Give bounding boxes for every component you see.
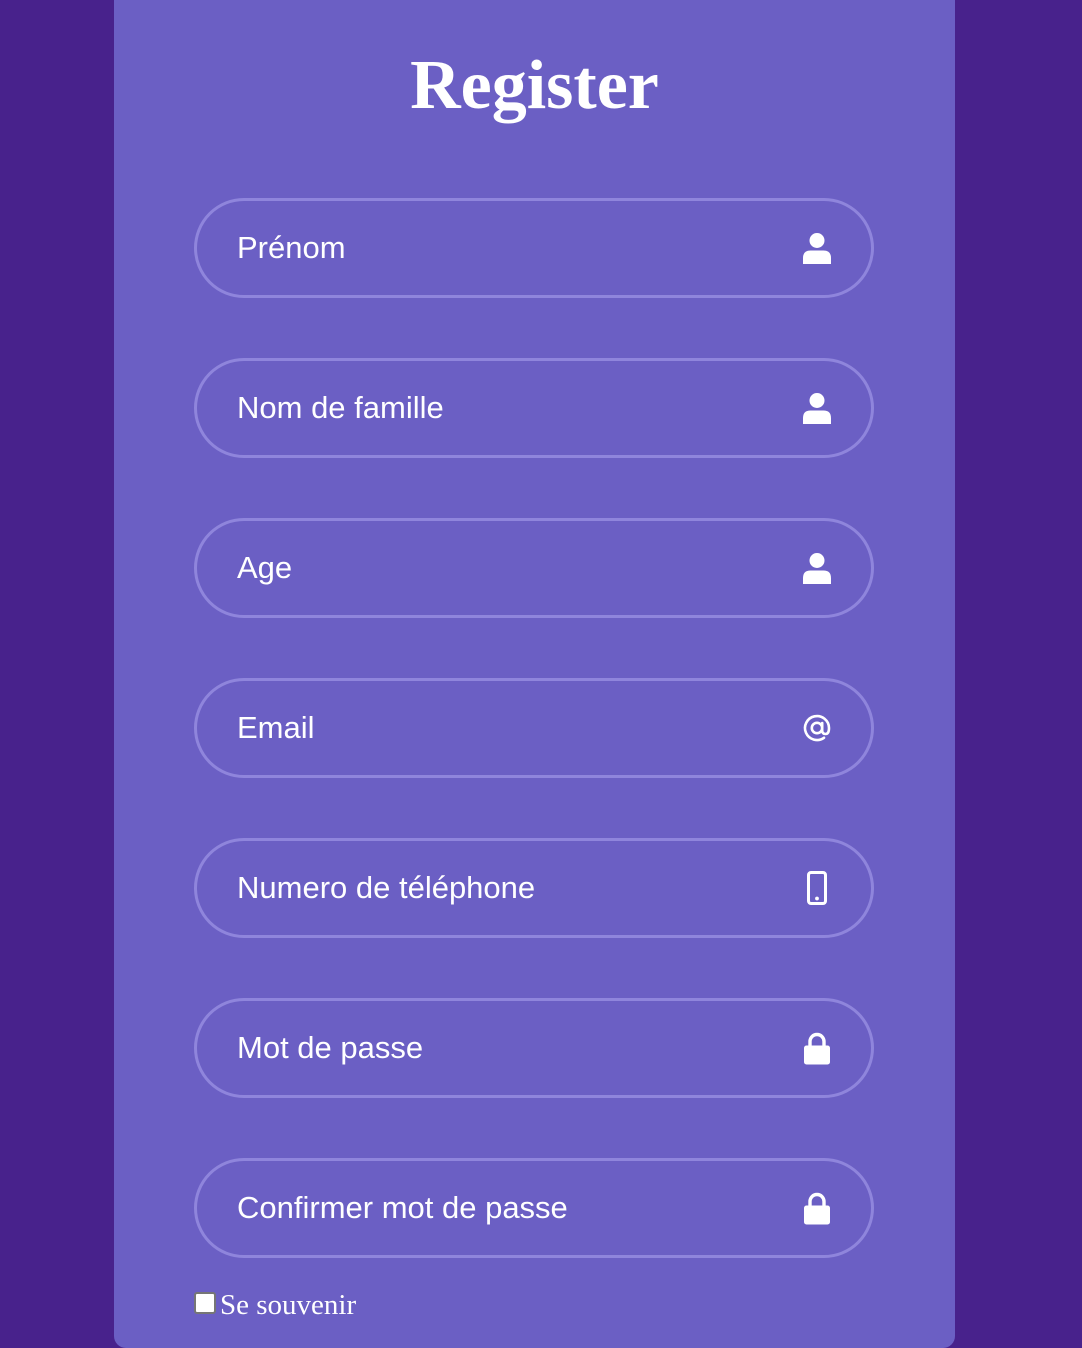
remember-me-checkbox[interactable] [194,1292,216,1314]
last-name-field[interactable] [194,358,874,458]
page-title: Register [410,47,659,124]
lock-icon [800,1191,834,1225]
phone-number-input[interactable] [237,841,777,935]
last-name-input[interactable] [237,361,777,455]
password-field[interactable] [194,998,874,1098]
remember-me[interactable]: Se souvenir [194,1290,356,1320]
age-input[interactable] [237,521,777,615]
confirm-password-field[interactable] [194,1158,874,1258]
confirm-password-input[interactable] [237,1161,777,1255]
user-icon [800,391,834,425]
remember-me-label[interactable]: Se souvenir [220,1290,356,1320]
age-field[interactable] [194,518,874,618]
register-card: Register Prénom Nom de famille Age Email… [114,0,955,1348]
user-icon [800,231,834,265]
first-name-field[interactable] [194,198,874,298]
email-input[interactable] [237,681,777,775]
lock-icon [800,1031,834,1065]
first-name-input[interactable] [237,201,777,295]
phone-number-field[interactable] [194,838,874,938]
at-sign-icon [800,711,834,745]
password-input[interactable] [237,1001,777,1095]
mobile-phone-icon [800,871,834,905]
email-field[interactable] [194,678,874,778]
user-icon [800,551,834,585]
